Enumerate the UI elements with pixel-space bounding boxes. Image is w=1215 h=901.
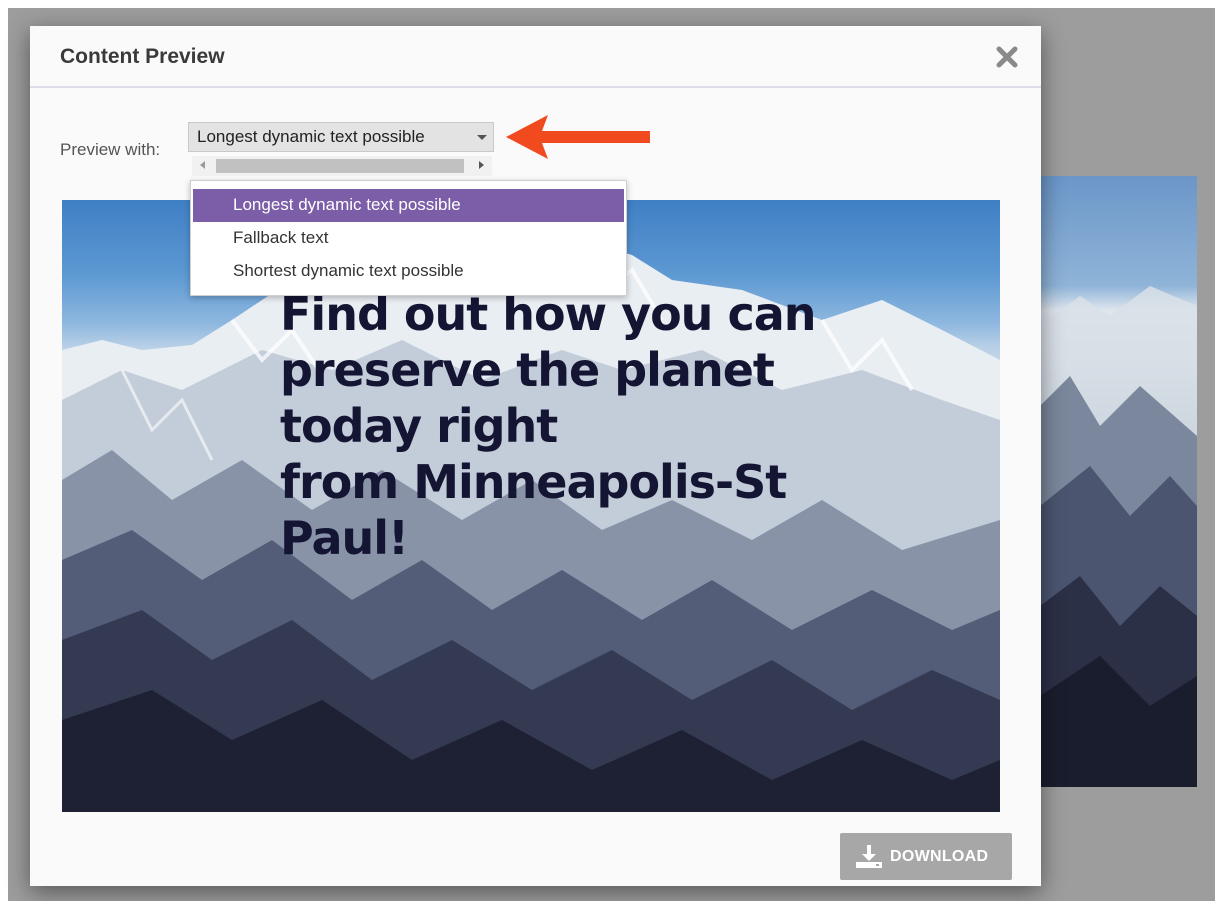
- download-icon: [856, 845, 882, 868]
- preview-options-dropdown: Longest dynamic text possible Fallback t…: [190, 180, 627, 296]
- scrollbar-thumb[interactable]: [216, 159, 464, 173]
- horizontal-scrollbar[interactable]: [192, 156, 492, 176]
- option-label: Shortest dynamic text possible: [233, 261, 464, 280]
- background-banner-image: [1040, 176, 1197, 787]
- headline-line: Paul!: [280, 511, 409, 565]
- close-icon: [996, 46, 1018, 68]
- download-label: DOWNLOAD: [890, 848, 989, 865]
- download-button[interactable]: DOWNLOAD: [840, 833, 1012, 880]
- scroll-left-icon[interactable]: [200, 161, 205, 169]
- preview-text-select[interactable]: Longest dynamic text possible: [188, 122, 494, 152]
- content-preview-modal: Content Preview Preview with: Longest dy…: [30, 26, 1041, 886]
- red-arrow-icon: [506, 115, 650, 159]
- option-fallback-text[interactable]: Fallback text: [193, 222, 624, 255]
- modal-header: Content Preview: [30, 26, 1041, 88]
- preview-select-value: Longest dynamic text possible: [197, 127, 425, 146]
- option-longest-text[interactable]: Longest dynamic text possible: [193, 189, 624, 222]
- preview-with-label: Preview with:: [60, 140, 161, 159]
- scroll-right-icon[interactable]: [479, 161, 484, 169]
- banner-headline: Find out how you can preserve the planet…: [280, 286, 840, 566]
- headline-line: today right: [280, 399, 558, 453]
- caret-down-icon: [477, 135, 487, 140]
- headline-line: from Minneapolis-St: [280, 455, 787, 509]
- close-button[interactable]: [993, 43, 1021, 71]
- option-label: Fallback text: [233, 228, 329, 247]
- modal-title: Content Preview: [60, 45, 225, 68]
- headline-line: preserve the planet: [280, 343, 775, 397]
- option-shortest-text[interactable]: Shortest dynamic text possible: [193, 255, 624, 288]
- option-label: Longest dynamic text possible: [233, 195, 461, 214]
